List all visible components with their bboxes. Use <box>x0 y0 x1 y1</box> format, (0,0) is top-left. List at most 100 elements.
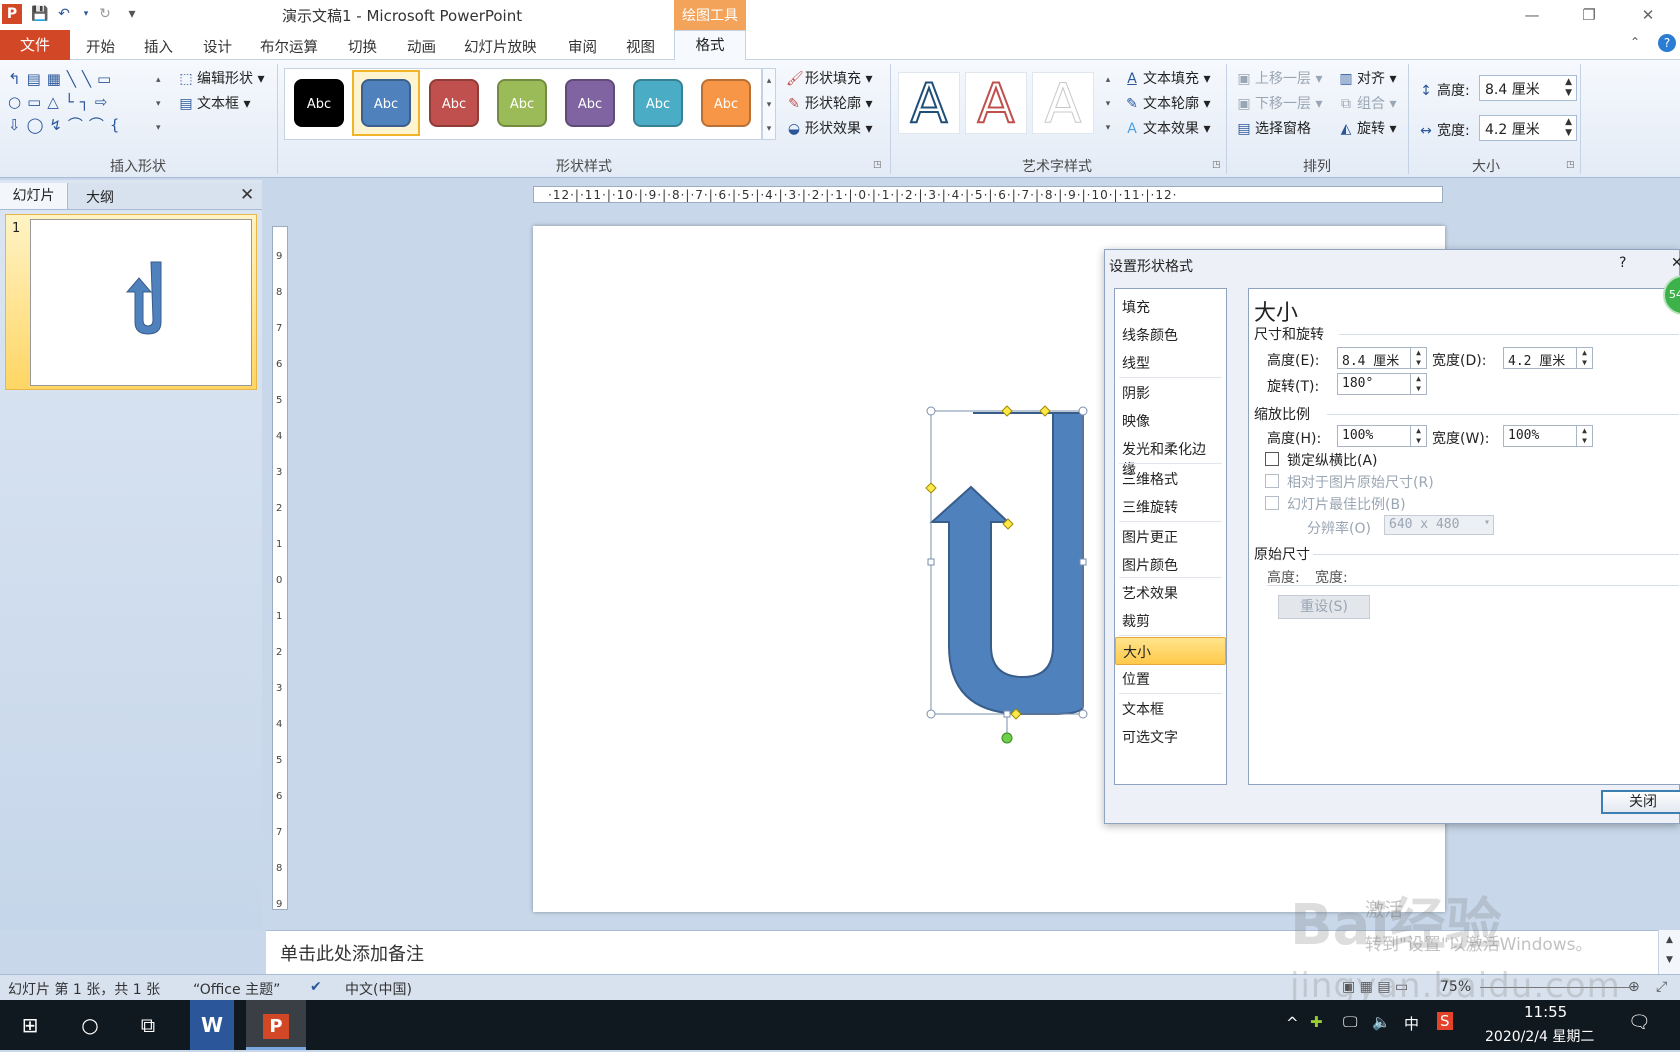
clock-time[interactable]: 11:55 <box>1524 1003 1567 1021</box>
resolution-select[interactable]: 640 x 480 ▾ <box>1384 515 1494 535</box>
wordart-style-1[interactable]: A <box>898 72 960 136</box>
dialog-nav-item[interactable]: 大小 <box>1115 637 1226 665</box>
tab-outline[interactable]: 大纲 <box>86 187 114 207</box>
selection-pane-button[interactable]: ▤ 选择窗格 <box>1236 118 1311 138</box>
spin-arrows-icon[interactable]: ▲ ▼ <box>1565 117 1572 139</box>
redo-icon[interactable]: ↻ <box>95 4 115 24</box>
dialog-nav-item[interactable]: 阴影 <box>1115 379 1226 407</box>
minimize-button[interactable]: — <box>1517 4 1547 26</box>
dialog-close-button[interactable]: 关闭 <box>1601 790 1680 814</box>
align-button[interactable]: ▥ 对齐 ▾ <box>1338 68 1396 88</box>
tab-view[interactable]: 视图 <box>626 36 655 57</box>
dialog-nav-item[interactable]: 线型 <box>1115 349 1226 377</box>
wordart-style-2[interactable]: A <box>965 72 1027 136</box>
relative-original-checkbox[interactable] <box>1265 474 1279 488</box>
shape-outline-button[interactable]: ✎ 形状轮廓 ▾ <box>786 93 872 113</box>
edit-shape-button[interactable]: ⬚ 编辑形状 ▾ <box>178 68 264 88</box>
spin-arrows-icon[interactable]: ▲ ▼ <box>1565 77 1572 99</box>
tab-slideshow[interactable]: 幻灯片放映 <box>464 36 537 57</box>
shape-gallery-scroll[interactable]: ▴ ▾ ▾ <box>156 68 166 140</box>
fit-window-icon[interactable]: ⤢ <box>1656 979 1667 995</box>
help-icon[interactable]: ? <box>1658 34 1676 52</box>
shapes-row-2[interactable]: ○▭△└┐⇨ <box>8 91 154 114</box>
text-fill-button[interactable]: A 文本填充 ▾ <box>1124 68 1210 88</box>
dialog-help-icon[interactable]: ? <box>1619 255 1626 271</box>
slide-thumbnail[interactable]: 1 <box>5 214 257 390</box>
text-effects-button[interactable]: A 文本效果 ▾ <box>1124 118 1210 138</box>
wordart-gallery-scroll[interactable]: ▴ ▾ ▾ <box>1101 68 1115 140</box>
customize-qat-icon[interactable]: ▾ <box>122 4 142 24</box>
save-icon[interactable]: 💾 <box>30 4 50 24</box>
style-swatch-blue[interactable]: Abc <box>361 79 411 127</box>
dialog-nav-item[interactable]: 线条颜色 <box>1115 321 1226 349</box>
style-swatch-red[interactable]: Abc <box>429 79 479 127</box>
network-icon[interactable]: 🖵 <box>1343 1013 1357 1031</box>
style-gallery-scroll[interactable]: ▴ ▾ ▾ <box>762 68 776 140</box>
height-spinner-icon[interactable]: ▲ ▼ <box>1410 348 1426 368</box>
wordart-style-3[interactable]: A <box>1032 72 1094 135</box>
dialog-nav-item[interactable]: 映像 <box>1115 407 1226 435</box>
dialog-launcher-icon[interactable]: ◳ <box>1566 160 1575 170</box>
spellcheck-icon[interactable]: ✔ <box>310 979 322 995</box>
dialog-nav-item[interactable]: 三维旋转 <box>1115 493 1226 521</box>
dialog-nav-item[interactable]: 图片颜色 <box>1115 551 1226 579</box>
best-scale-checkbox[interactable] <box>1265 496 1279 510</box>
close-window-button[interactable]: ✕ <box>1633 4 1663 26</box>
rotation-handle[interactable] <box>1001 732 1013 744</box>
sogou-ime-icon[interactable]: S <box>1437 1012 1453 1030</box>
tab-review[interactable]: 审阅 <box>568 36 597 57</box>
group-button[interactable]: ⧉ 组合 ▾ <box>1338 93 1396 113</box>
style-swatch-green[interactable]: Abc <box>497 79 547 127</box>
send-backward-button[interactable]: ▣ 下移一层 ▾ <box>1236 93 1322 113</box>
width-spinner-icon[interactable]: ▲ ▼ <box>1576 348 1592 368</box>
tab-design[interactable]: 设计 <box>203 36 232 57</box>
shapes-row-3[interactable]: ⇩◯↯⌒⌒{ <box>8 114 154 137</box>
dialog-nav-item[interactable]: 艺术效果 <box>1115 579 1226 607</box>
text-outline-button[interactable]: ✎ 文本轮廓 ▾ <box>1124 93 1210 113</box>
dialog-nav-item[interactable]: 位置 <box>1115 665 1226 693</box>
zoom-in-icon[interactable]: ⊕ <box>1628 979 1640 995</box>
style-swatch-orange[interactable]: Abc <box>701 79 751 127</box>
collapse-ribbon-icon[interactable]: ⌃ <box>1630 35 1640 49</box>
width-input[interactable]: 4.2 厘米 ▲ ▼ <box>1503 347 1593 369</box>
tab-boolean[interactable]: 布尔运算 <box>260 36 318 57</box>
style-swatch-black[interactable]: Abc <box>294 79 344 127</box>
language[interactable]: 中文(中国) <box>345 979 412 999</box>
shape-gallery[interactable]: ↰▤▦╲╲▭ ○▭△└┐⇨ ⇩◯↯⌒⌒{ <box>8 68 154 138</box>
tab-home[interactable]: 开始 <box>86 36 115 57</box>
shape-effects-button[interactable]: ◒ 形状效果 ▾ <box>786 118 873 138</box>
dialog-nav-item[interactable]: 填充 <box>1115 293 1226 321</box>
dialog-nav-item[interactable]: 文本框 <box>1115 695 1226 723</box>
close-pane-icon[interactable]: ✕ <box>240 185 254 205</box>
dialog-launcher-icon[interactable]: ◳ <box>1212 160 1221 170</box>
rotate-button[interactable]: ◭ 旋转 ▾ <box>1338 118 1397 138</box>
tab-format[interactable]: 格式 <box>674 30 746 61</box>
bring-forward-button[interactable]: ▣ 上移一层 ▾ <box>1236 68 1322 88</box>
style-swatch-purple[interactable]: Abc <box>565 79 615 127</box>
dialog-nav-item[interactable]: 三维格式 <box>1115 465 1226 493</box>
rotation-input[interactable]: 180° ▲ ▼ <box>1337 373 1427 395</box>
theme-name[interactable]: “Office 主题” <box>193 979 280 999</box>
shape-height-input[interactable]: 8.4 厘米 ▲ ▼ <box>1479 75 1577 101</box>
text-box-button[interactable]: ▤ 文本框 ▾ <box>178 93 250 113</box>
windows-start-icon[interactable]: ⊞ <box>2 1000 58 1050</box>
tab-insert[interactable]: 插入 <box>144 36 173 57</box>
task-view-icon[interactable]: ⧉ <box>120 1000 176 1050</box>
shapes-row-1[interactable]: ↰▤▦╲╲▭ <box>8 68 154 91</box>
lock-aspect-checkbox[interactable] <box>1265 452 1279 466</box>
scale-width-spinner-icon[interactable]: ▲ ▼ <box>1576 426 1592 446</box>
tab-file[interactable]: 文件 <box>0 30 70 60</box>
rotation-spinner-icon[interactable]: ▲ ▼ <box>1410 374 1426 394</box>
dialog-close-icon[interactable]: ✕ <box>1671 255 1680 271</box>
dialog-launcher-icon[interactable]: ◳ <box>873 160 882 170</box>
tab-animations[interactable]: 动画 <box>407 36 436 57</box>
reset-button[interactable]: 重设(S) <box>1278 595 1370 619</box>
scale-height-spinner-icon[interactable]: ▲ ▼ <box>1410 426 1426 446</box>
style-swatch-aqua[interactable]: Abc <box>633 79 683 127</box>
action-center-icon[interactable]: 🗨 <box>1628 1012 1651 1033</box>
word-app-icon[interactable]: W <box>190 1000 234 1050</box>
search-circle-icon[interactable]: ○ <box>62 1000 118 1050</box>
ime-indicator[interactable]: 中 <box>1404 1013 1419 1034</box>
tray-expand-icon[interactable]: ^ <box>1286 1014 1299 1032</box>
restore-button[interactable]: ❐ <box>1574 4 1604 26</box>
